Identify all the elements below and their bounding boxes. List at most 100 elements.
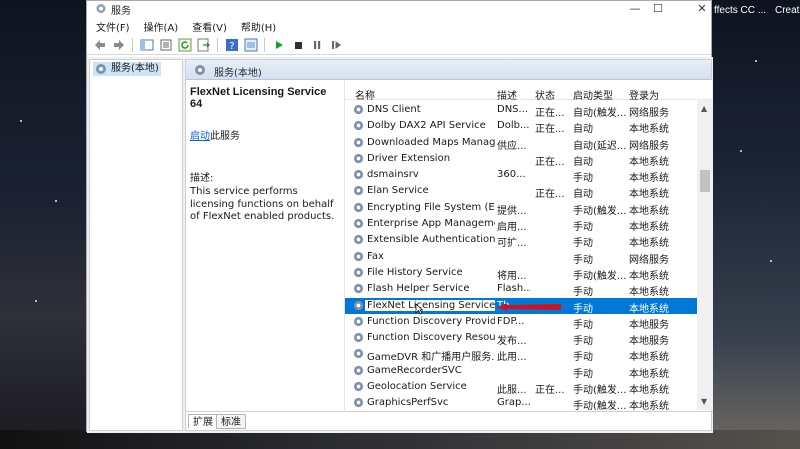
service-logon-cell: 本地系统 <box>629 238 669 250</box>
gear-icon <box>353 349 364 359</box>
menu-file[interactable]: 文件(F) <box>96 19 130 34</box>
service-logon-cell: 本地系统 <box>629 401 669 410</box>
service-description-cell: 此用... <box>497 352 527 364</box>
pane-header: 服务(本地) <box>186 60 711 80</box>
view-tabs: 扩展 标准 <box>186 411 713 431</box>
pause-icon <box>313 40 320 49</box>
help-button[interactable]: ? <box>223 37 240 53</box>
service-startup-cell: 手动(触发... <box>573 270 627 282</box>
service-description-cell: 启用... <box>497 222 527 234</box>
table-row[interactable]: Encrypting File System (EFS)提供... 手动(触发..… <box>345 200 697 217</box>
gear-icon <box>353 170 364 180</box>
table-row[interactable]: File History Service 将用... 手动(触发... 本地系统 <box>345 265 697 282</box>
table-row[interactable]: Dolby DAX2 API Service Dolb... 正在... 自动 本地系统 <box>345 118 697 135</box>
menu-help[interactable]: 帮助(H) <box>241 19 276 34</box>
forward-button[interactable] <box>110 37 127 53</box>
star <box>770 260 772 262</box>
service-description-cell: 此服... <box>497 385 527 397</box>
tab-standard[interactable]: 标准 <box>216 414 246 429</box>
properties-list-button[interactable] <box>157 37 174 53</box>
refresh-button[interactable] <box>176 37 193 53</box>
service-name-cell: Elan Service <box>367 185 429 197</box>
refresh-icon <box>178 38 191 51</box>
toolbar: ? <box>87 35 711 55</box>
table-row[interactable]: GameRecorderSVC 手动 本地系统 <box>345 363 697 380</box>
play-icon <box>275 40 283 49</box>
service-logon-cell: 本地系统 <box>629 303 669 315</box>
background-app-label[interactable]: Creat <box>775 5 799 16</box>
gear-icon <box>353 267 364 278</box>
menu-bar: 文件(F) 操作(A) 查看(V) 帮助(H) <box>87 18 711 34</box>
table-row[interactable]: GraphicsPerfSvc Grap... 手动(触发... 本地系统 <box>345 395 697 410</box>
service-description-cell: 提供... <box>497 205 527 217</box>
close-button[interactable]: ✕ <box>679 1 725 18</box>
service-rows: DNS Client DNS... 正在... 自动(触发... 网络服务 Dolby D… <box>345 102 697 410</box>
title-bar[interactable]: 服务 — ☐ ✕ <box>87 1 711 18</box>
table-row[interactable]: Elan Service 正在... 自动 本地系统 <box>345 183 697 201</box>
service-name-cell: Encrypting File System (EFS) <box>367 201 495 213</box>
service-logon-cell: 网络服务 <box>629 140 669 152</box>
gear-icon <box>353 300 364 310</box>
table-row[interactable]: Enterprise App Manageme...启用... 手动 本地系统 <box>345 216 697 234</box>
table-row[interactable]: Driver Extension 正在... 自动 本地系统 <box>345 151 697 168</box>
scroll-thumb[interactable] <box>700 170 710 192</box>
column-header-log-on-as[interactable]: 登录为 <box>629 87 659 102</box>
service-name-cell: Geolocation Service <box>367 381 467 393</box>
services-pane: 服务(本地) FlexNet Licensing Service 64 启动此服… <box>185 59 713 431</box>
table-row[interactable]: Downloaded Maps Manager 供应... 自动(延迟... 网络服务 <box>345 135 697 152</box>
service-startup-cell: 自动 <box>573 189 593 201</box>
gear-icon <box>353 186 364 196</box>
restart-service-button[interactable] <box>327 37 344 53</box>
arrow-right-icon <box>113 39 124 50</box>
back-button[interactable] <box>91 37 108 53</box>
service-logon-cell: 本地系统 <box>629 287 669 299</box>
service-name-cell: GraphicsPerfSvc <box>367 397 449 409</box>
column-header-status[interactable]: 状态 <box>535 87 555 102</box>
service-logon-cell: 本地服务 <box>629 336 669 348</box>
service-logon-cell: 本地系统 <box>629 352 669 364</box>
properties-button[interactable] <box>242 37 259 53</box>
table-row[interactable]: Flash Helper Service Flash... 手动 本地系统 <box>345 281 697 299</box>
pause-service-button[interactable] <box>308 37 325 53</box>
table-row[interactable]: Fax 手动 网络服务 <box>345 249 697 266</box>
service-status-cell: 正在... <box>535 385 565 397</box>
service-logon-cell: 本地系统 <box>629 173 669 185</box>
vertical-scrollbar[interactable]: ▲ ▼ <box>697 100 712 410</box>
export-icon <box>197 38 210 51</box>
service-logon-cell: 本地系统 <box>629 189 669 201</box>
table-row[interactable]: Function Discovery Provide...FDP... 手动 本地服… <box>345 314 697 331</box>
properties-icon <box>244 38 257 51</box>
start-action-line: 启动此服务 <box>190 127 340 142</box>
console-tree: 服务(本地) <box>89 59 183 431</box>
table-row[interactable]: dsmainsrv 360... 手动 本地系统 <box>345 167 697 185</box>
gear-icon <box>96 64 106 74</box>
menu-action[interactable]: 操作(A) <box>144 19 179 34</box>
stop-service-button[interactable] <box>289 37 306 53</box>
tree-item-services-local[interactable]: 服务(本地) <box>93 62 161 76</box>
service-logon-cell: 网络服务 <box>629 108 669 119</box>
column-header-startup-type[interactable]: 启动类型 <box>573 87 613 102</box>
table-row[interactable]: GameDVR 和广播用户服务... 此用... 手动 本地系统 <box>345 346 697 364</box>
table-row[interactable]: Geolocation Service 此服... 正在... 手动(触发... 本地系… <box>345 379 697 397</box>
service-logon-cell: 本地服务 <box>629 319 669 331</box>
scroll-down-icon[interactable]: ▼ <box>701 397 707 406</box>
table-row[interactable]: Extensible Authentication ... 可扩... 手动 本地系统 <box>345 232 697 250</box>
table-row-selected[interactable]: FlexNet Licensing Service 64Th手动本地系统 <box>345 297 697 315</box>
start-service-link[interactable]: 启动 <box>190 131 210 142</box>
service-status-cell: 正在... <box>535 108 565 119</box>
menu-view[interactable]: 查看(V) <box>192 19 227 34</box>
maximize-button[interactable]: ☐ <box>635 1 681 18</box>
table-row[interactable]: Function Discovery Resour... 发布... 手动 本地服务 <box>345 330 697 348</box>
service-startup-cell: 手动 <box>573 287 593 299</box>
scroll-up-icon[interactable]: ▲ <box>701 104 707 113</box>
export-list-button[interactable] <box>195 37 212 53</box>
table-row[interactable]: DNS Client DNS... 正在... 自动(触发... 网络服务 <box>345 102 697 119</box>
start-service-button[interactable] <box>270 37 287 53</box>
gear-icon <box>353 202 364 212</box>
service-name-cell: Flash Helper Service <box>367 283 470 295</box>
column-header-description[interactable]: 描述 <box>497 87 517 102</box>
services-app-icon <box>96 4 106 13</box>
tab-extended[interactable]: 扩展 <box>188 414 218 429</box>
column-header-name[interactable]: 名称 <box>355 87 375 102</box>
show-console-tree-button[interactable] <box>138 37 155 53</box>
